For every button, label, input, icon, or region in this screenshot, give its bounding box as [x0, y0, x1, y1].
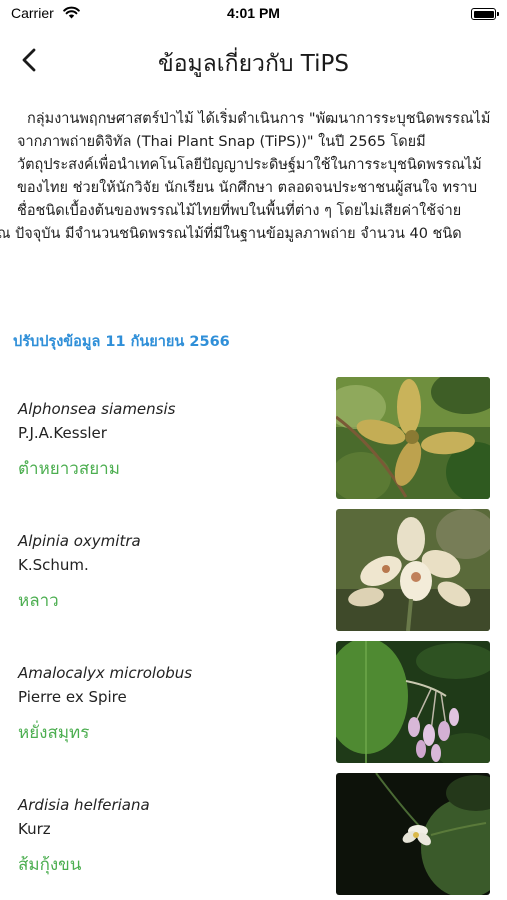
- updated-date: ปรับปรุงข้อมูล 11 กันยายน 2566: [13, 334, 230, 350]
- list-item[interactable]: Amalocalyx microlobus Pierre ex Spire หย…: [0, 639, 507, 771]
- plant-list: Alphonsea siamensis P.J.A.Kessler ตำหยาว…: [0, 375, 507, 900]
- scientific-name: Alphonsea siamensis: [18, 400, 176, 418]
- scientific-name: Amalocalyx microlobus: [18, 664, 193, 682]
- thai-name: หยั่งสมุทร: [18, 723, 90, 743]
- plant-photo: [336, 773, 490, 895]
- list-item[interactable]: Alpinia oxymitra K.Schum. หลาว: [0, 507, 507, 639]
- status-bar: Carrier 4:01 PM: [0, 0, 507, 28]
- navigation-bar: ข้อมูลเกี่ยวกับ TiPS: [0, 38, 507, 82]
- scientific-name: Alpinia oxymitra: [18, 532, 141, 550]
- species-count-text: ณ ปัจจุบัน มีจำนวนชนิดพรรณไม้ที่มีในฐานข…: [0, 226, 462, 242]
- plant-photo: [336, 641, 490, 763]
- clock: 4:01 PM: [227, 5, 280, 21]
- intro-paragraph: กลุ่มงานพฤกษศาสตร์ป่าไม้ ได้เริ่มดำเนินก…: [17, 111, 491, 219]
- plant-photo: [336, 509, 490, 631]
- author-name: Pierre ex Spire: [18, 688, 127, 706]
- author-name: Kurz: [18, 820, 51, 838]
- author-name: K.Schum.: [18, 556, 89, 574]
- list-item[interactable]: Alphonsea siamensis P.J.A.Kessler ตำหยาว…: [0, 375, 507, 507]
- list-item[interactable]: Ardisia helferiana Kurz ส้มกุ้งขน: [0, 771, 507, 900]
- thai-name: หลาว: [18, 591, 59, 611]
- scientific-name: Ardisia helferiana: [18, 796, 150, 814]
- thai-name: ส้มกุ้งขน: [18, 855, 82, 875]
- intro-text: กลุ่มงานพฤกษศาสตร์ป่าไม้ ได้เริ่มดำเนินก…: [0, 108, 495, 246]
- author-name: P.J.A.Kessler: [18, 424, 107, 442]
- battery-icon: [471, 8, 499, 20]
- thai-name: ตำหยาวสยาม: [18, 459, 120, 479]
- plant-photo: [336, 377, 490, 499]
- page-title: ข้อมูลเกี่ยวกับ TiPS: [157, 51, 349, 77]
